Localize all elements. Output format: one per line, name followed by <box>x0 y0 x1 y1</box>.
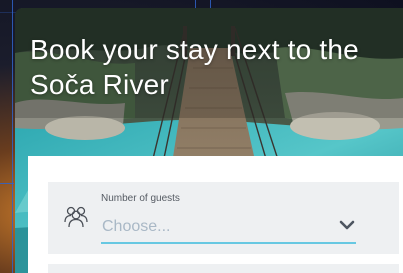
guests-select[interactable]: Number of guests Choose... <box>48 182 399 254</box>
guide-line <box>12 0 13 273</box>
field-underline <box>101 242 356 244</box>
guide-line <box>0 183 14 184</box>
guests-icon <box>64 206 88 228</box>
guests-label: Number of guests <box>101 193 180 204</box>
next-form-field[interactable] <box>48 264 399 273</box>
page-title: Book your stay next to the Soča River <box>30 34 359 100</box>
booking-form-card: Number of guests Choose... <box>28 156 403 273</box>
guests-placeholder[interactable]: Choose... <box>102 218 170 236</box>
chevron-down-icon[interactable] <box>339 218 355 232</box>
page-background: Book your stay next to the Soča River Nu… <box>0 0 403 273</box>
